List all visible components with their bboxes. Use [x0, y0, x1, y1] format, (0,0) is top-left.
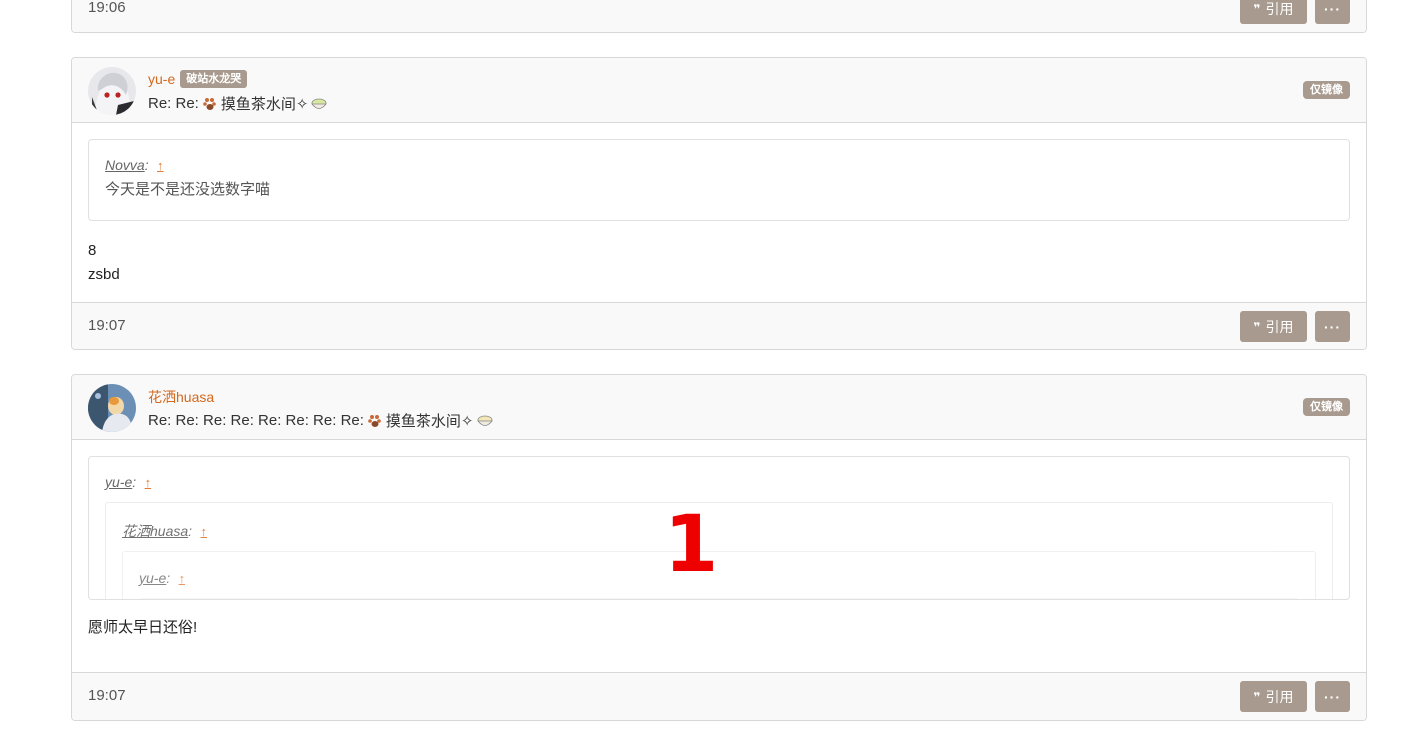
quote-button[interactable]: ❞ 引用	[1240, 0, 1307, 24]
mirror-only-badge: 仅镜像	[1303, 398, 1350, 416]
post-header: 花洒huasa Re: Re: Re: Re: Re: Re: Re: Re: …	[72, 375, 1366, 440]
post-body: yu-e: ↑ 花洒huasa: ↑ yu-e: ↑ coukou111:	[72, 440, 1366, 672]
subject-prefix: Re: Re: Re: Re: Re: Re: Re: Re:	[148, 412, 364, 429]
post-card: 花洒huasa Re: Re: Re: Re: Re: Re: Re: Re: …	[71, 374, 1367, 721]
post-content-line: 8	[88, 242, 97, 259]
author-line: 花洒huasa	[148, 387, 214, 407]
nested-quote: yu-e: ↑ coukou111: ↑	[122, 551, 1316, 599]
post-footer: 19:07 ❞ 引用 ···	[72, 302, 1366, 349]
quote-text: 今天是不是还没选数字喵	[105, 181, 271, 198]
jump-to-quote-link[interactable]: ↑	[157, 158, 164, 173]
jump-to-quote-link[interactable]: ↑	[179, 571, 186, 586]
paw-emoji-icon	[202, 96, 218, 112]
author-name[interactable]: yu-e	[148, 71, 175, 87]
post-card: 19:06 ❞ 引用 ···	[71, 0, 1367, 33]
quote-button-label: 引用	[1265, 318, 1294, 335]
subject-title: 摸鱼茶水间✧	[220, 96, 309, 113]
quote-author-link[interactable]: yu-e	[105, 474, 132, 490]
post-time: 19:07	[88, 317, 126, 334]
subject-prefix: Re: Re:	[148, 95, 199, 112]
quote-icon: ❞	[1253, 689, 1261, 704]
post-card: yu-e 破站水龙哭 Re: Re: 摸鱼茶水间✧ 仅镜像 Novva: ↑ 今…	[71, 57, 1367, 350]
bowl-emoji-icon	[476, 413, 493, 429]
post-content-line: zsbd	[88, 266, 120, 283]
more-button[interactable]: ···	[1315, 311, 1350, 342]
post-body: Novva: ↑ 今天是不是还没选数字喵 8 zsbd	[72, 123, 1366, 302]
post-footer: 19:06 ❞ 引用 ···	[72, 0, 1366, 32]
author-line: yu-e 破站水龙哭	[148, 70, 248, 88]
quote-author-link[interactable]: Novva	[105, 157, 145, 173]
post-subject: Re: Re: 摸鱼茶水间✧	[148, 93, 328, 114]
quote-button[interactable]: ❞ 引用	[1240, 681, 1307, 712]
more-button[interactable]: ···	[1315, 0, 1350, 24]
overlay-number-label: 1	[664, 500, 719, 590]
quote-button-label: 引用	[1265, 0, 1294, 17]
author-badge: 破站水龙哭	[180, 70, 248, 88]
post-footer: 19:07 ❞ 引用 ···	[72, 672, 1366, 720]
post-content-line: 愿师太早日还俗!	[88, 619, 198, 636]
jump-to-quote-link[interactable]: ↑	[145, 475, 152, 490]
more-button[interactable]: ···	[1315, 681, 1350, 712]
post-header: yu-e 破站水龙哭 Re: Re: 摸鱼茶水间✧ 仅镜像	[72, 58, 1366, 123]
quote-button-label: 引用	[1265, 688, 1294, 705]
post-subject: Re: Re: Re: Re: Re: Re: Re: Re: 摸鱼茶水间✧	[148, 410, 493, 431]
subject-title: 摸鱼茶水间✧	[385, 413, 474, 430]
post-time: 19:07	[88, 687, 126, 704]
bowl-emoji-icon	[311, 96, 328, 112]
avatar[interactable]	[88, 384, 136, 432]
quote-icon: ❞	[1253, 1, 1261, 16]
mirror-only-badge: 仅镜像	[1303, 81, 1350, 99]
quote-block: Novva: ↑ 今天是不是还没选数字喵	[88, 139, 1350, 221]
nested-quote: coukou111: ↑	[139, 598, 1299, 599]
quote-block: yu-e: ↑ 花洒huasa: ↑ yu-e: ↑ coukou111:	[88, 456, 1350, 600]
post-time: 19:06	[88, 0, 126, 16]
quote-icon: ❞	[1253, 319, 1261, 334]
nested-quote: 花洒huasa: ↑ yu-e: ↑ coukou111: ↑	[105, 502, 1333, 599]
avatar[interactable]	[88, 67, 136, 115]
quote-author-link[interactable]: 花洒huasa	[122, 523, 188, 539]
jump-to-quote-link[interactable]: ↑	[201, 524, 208, 539]
author-name[interactable]: 花洒huasa	[148, 387, 214, 407]
quote-author-link[interactable]: yu-e	[139, 570, 166, 586]
paw-emoji-icon	[367, 413, 383, 429]
quote-button[interactable]: ❞ 引用	[1240, 311, 1307, 342]
